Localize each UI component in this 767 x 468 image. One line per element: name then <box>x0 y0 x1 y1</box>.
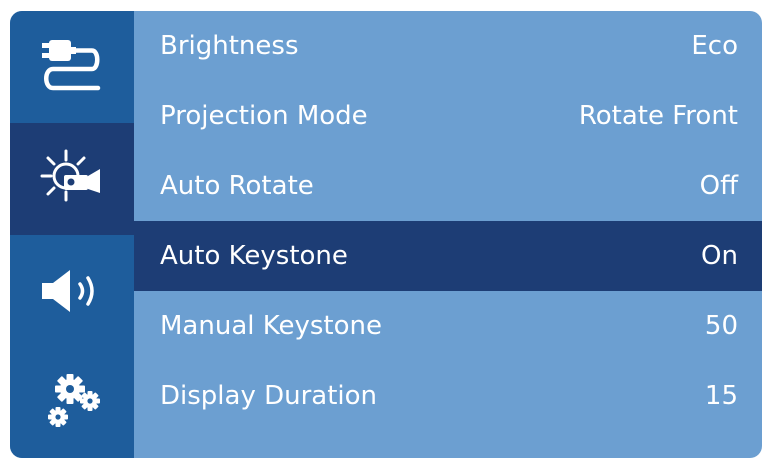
menu-item-display-duration[interactable]: Display Duration 15 <box>134 361 762 431</box>
gears-icon <box>48 374 100 427</box>
menu-item-value: Off <box>699 171 738 201</box>
menu-item-value: On <box>701 241 738 271</box>
menu-item-label: Manual Keystone <box>160 311 383 341</box>
speaker-icon <box>42 270 94 312</box>
menu-item-value: 50 <box>704 311 738 341</box>
sidebar-item-audio[interactable] <box>10 235 134 347</box>
sidebar-item-picture[interactable] <box>10 123 134 235</box>
menu-item-label: Auto Rotate <box>160 171 314 201</box>
menu-item-value: Rotate Front <box>578 101 738 131</box>
category-sidebar <box>10 11 134 458</box>
cable-icon <box>42 40 101 91</box>
sidebar-item-input-source[interactable] <box>10 11 134 123</box>
brightness-projector-icon <box>40 149 100 202</box>
menu-item-brightness[interactable]: Brightness Eco <box>134 11 762 81</box>
menu-item-auto-rotate[interactable]: Auto Rotate Off <box>134 151 762 221</box>
menu-item-value: 15 <box>704 381 738 411</box>
menu-item-manual-keystone[interactable]: Manual Keystone 50 <box>134 291 762 361</box>
settings-menu-panel: Brightness Eco Projection Mode Rotate Fr… <box>10 11 762 458</box>
menu-item-label: Auto Keystone <box>160 241 348 271</box>
menu-item-label: Display Duration <box>160 381 378 411</box>
settings-list: Brightness Eco Projection Mode Rotate Fr… <box>134 11 762 458</box>
menu-item-auto-keystone[interactable]: Auto Keystone On <box>134 221 762 291</box>
sidebar-item-system-settings[interactable] <box>10 347 134 458</box>
menu-item-value: Eco <box>691 31 738 61</box>
menu-item-label: Brightness <box>160 31 299 61</box>
menu-item-projection-mode[interactable]: Projection Mode Rotate Front <box>134 81 762 151</box>
menu-item-label: Projection Mode <box>160 101 368 131</box>
